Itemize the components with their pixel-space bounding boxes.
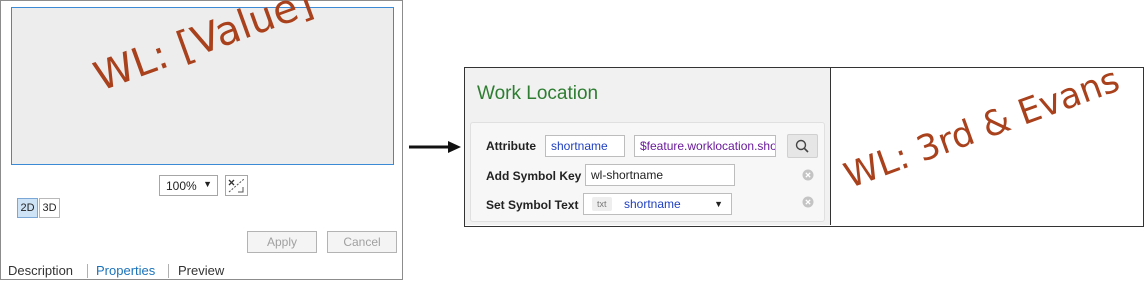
clear-icon[interactable] xyxy=(802,169,814,181)
tab-preview[interactable]: Preview xyxy=(178,263,224,278)
tab-separator xyxy=(168,264,169,278)
symbol-text-value: shortname xyxy=(624,197,681,211)
apply-button[interactable]: Apply xyxy=(247,231,317,253)
search-icon xyxy=(795,139,809,153)
attribute-name-field[interactable]: shortname xyxy=(545,135,625,157)
zoom-select[interactable]: 100% ▼ xyxy=(159,175,218,196)
fit-extent-button[interactable] xyxy=(225,175,248,196)
chevron-down-icon: ▼ xyxy=(203,179,212,189)
view-2d-button[interactable]: 2D xyxy=(17,198,38,218)
symbol-text-select[interactable]: txt shortname ▼ xyxy=(583,193,732,215)
search-button[interactable] xyxy=(787,134,818,158)
symbol-key-label: Add Symbol Key xyxy=(486,169,582,183)
attribute-expression-field[interactable]: $feature.worklocation.shortname xyxy=(634,135,776,157)
zoom-value: 100% xyxy=(166,179,197,193)
chevron-down-icon: ▼ xyxy=(714,199,723,209)
view-3d-button[interactable]: 3D xyxy=(39,198,60,218)
clear-icon[interactable] xyxy=(802,196,814,208)
panel-title: Work Location xyxy=(477,83,599,104)
symbol-text-label: Set Symbol Text xyxy=(486,198,579,212)
symbol-key-field[interactable]: wl-shortname xyxy=(585,164,735,186)
tab-description[interactable]: Description xyxy=(8,263,73,278)
tab-properties[interactable]: Properties xyxy=(96,263,155,278)
cancel-button[interactable]: Cancel xyxy=(327,231,397,253)
arrow-right-icon xyxy=(409,141,461,153)
text-type-badge: txt xyxy=(592,197,612,211)
tab-separator xyxy=(87,264,88,278)
attribute-label: Attribute xyxy=(486,139,536,153)
fit-extent-icon xyxy=(228,178,245,193)
